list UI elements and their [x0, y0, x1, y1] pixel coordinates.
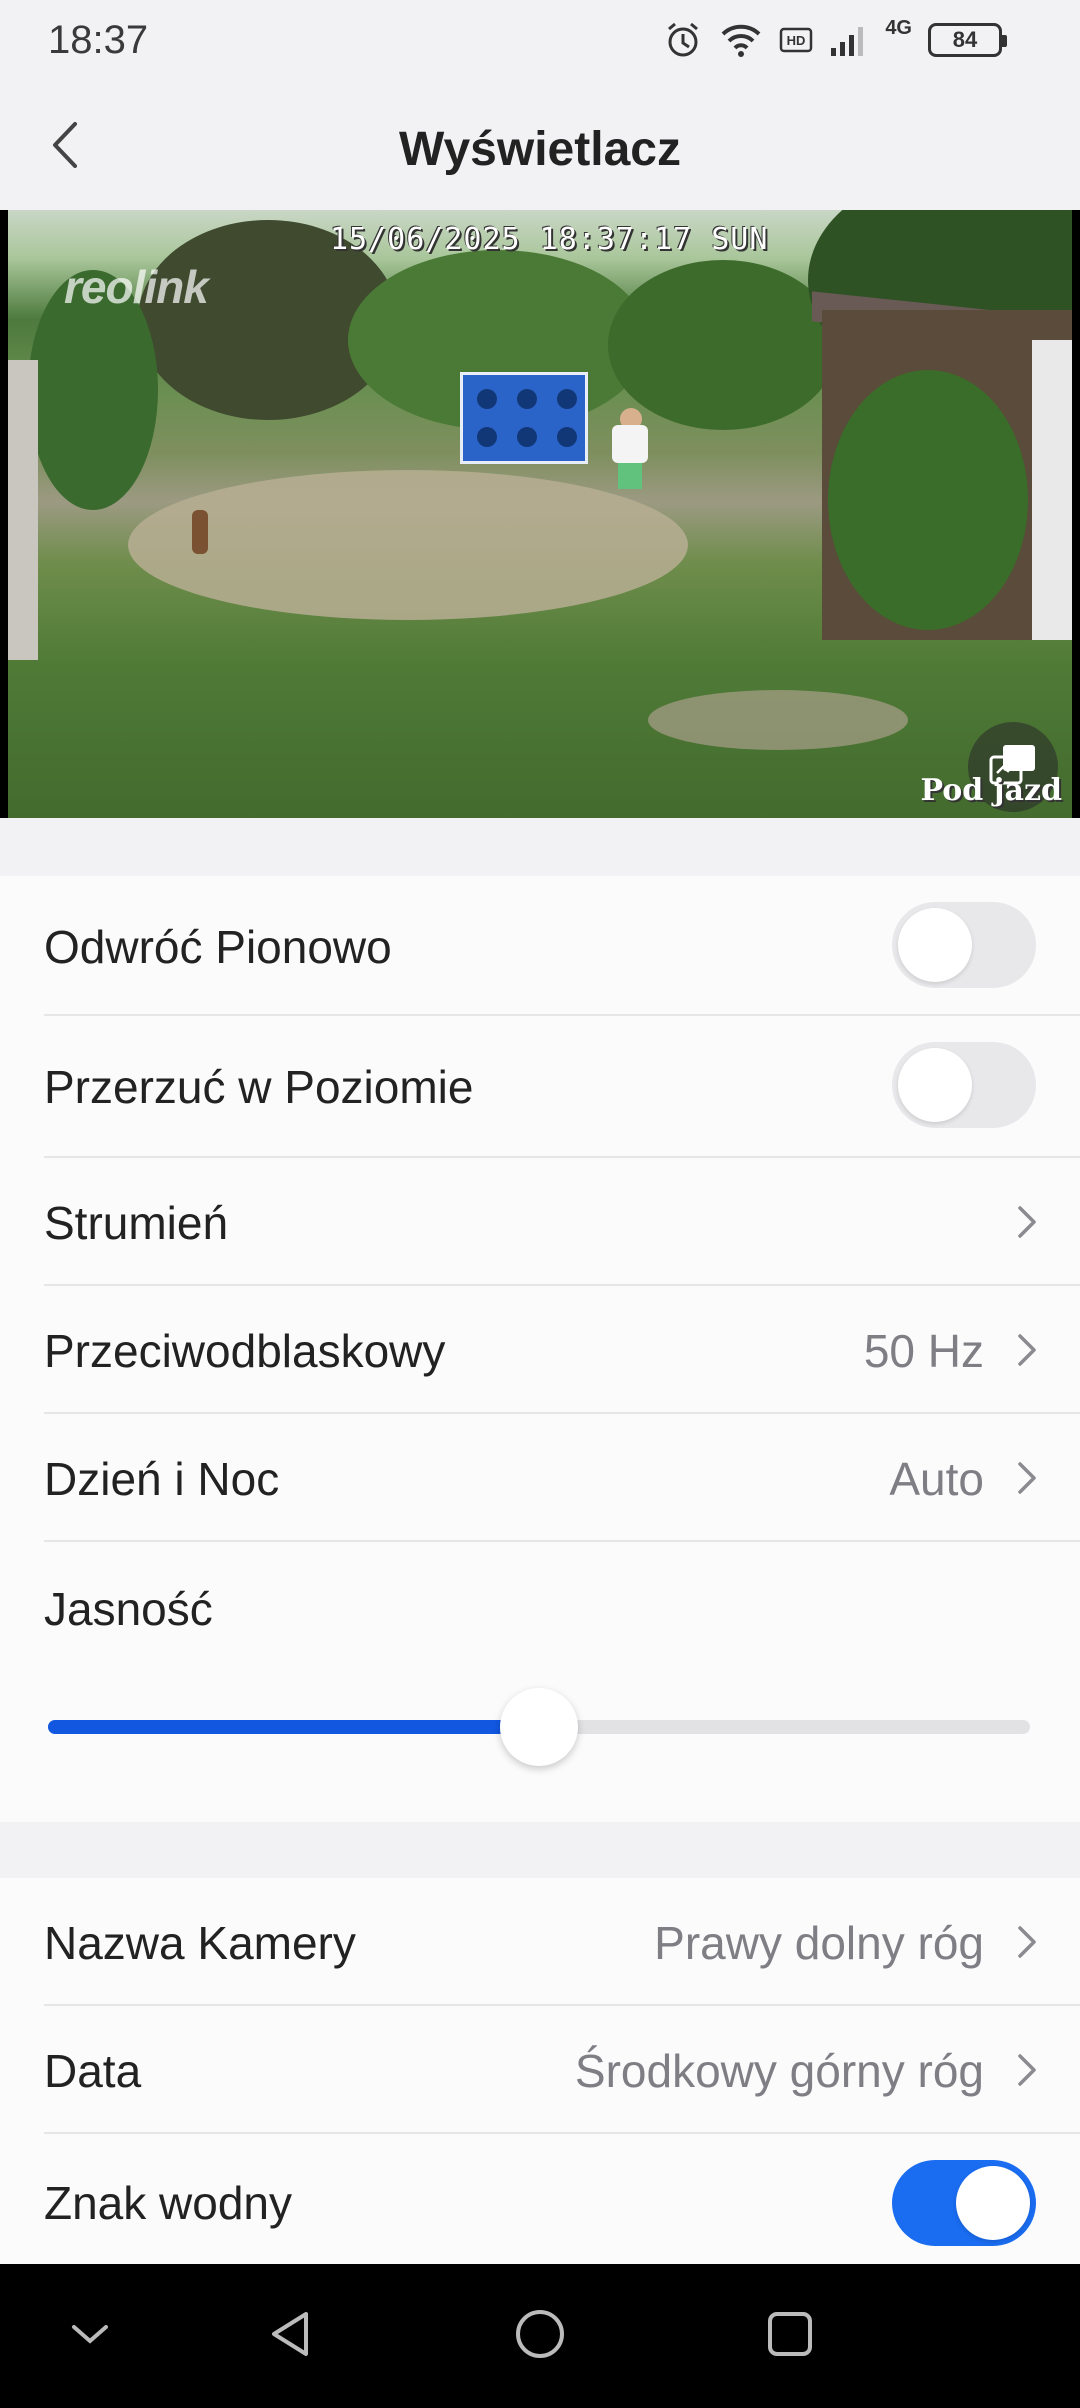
toggle-knob	[956, 2166, 1030, 2240]
osd-logo: reolink	[64, 261, 209, 313]
camera-image: reolink 15/06/2025 18:37:17 SUN Pod jazd	[8, 210, 1072, 818]
dirt-patch	[128, 470, 688, 620]
nav-recents-button[interactable]	[752, 2298, 828, 2374]
system-nav-bar	[0, 2264, 1080, 2408]
camera-name-label: Nazwa Kamery	[44, 1917, 356, 1969]
battery-level: 84	[952, 27, 978, 52]
flip-vertical-row: Odwróć Pionowo	[44, 876, 1080, 1016]
nav-back-button[interactable]	[252, 2298, 328, 2374]
status-time: 18:37	[48, 18, 149, 62]
slider-thumb[interactable]	[500, 1688, 578, 1766]
camera-preview[interactable]: reolink 15/06/2025 18:37:17 SUN Pod jazd	[0, 210, 1080, 818]
date-label: Data	[44, 2045, 142, 2097]
hd-icon: HD	[779, 25, 813, 55]
anti-flicker-value: 50 Hz	[863, 1325, 984, 1377]
nav-home-button[interactable]	[502, 2298, 578, 2374]
shrub	[828, 370, 1028, 630]
tree	[608, 260, 838, 430]
toggle-knob	[898, 1048, 972, 1122]
wifi-icon	[719, 22, 763, 58]
day-night-row[interactable]: Dzień i Noc Auto	[44, 1414, 1080, 1542]
chevron-down-icon	[68, 2319, 112, 2354]
child-figure	[618, 463, 642, 489]
goal-hole	[477, 427, 497, 447]
dog-figure	[192, 510, 208, 554]
recents-square-icon	[762, 2306, 818, 2367]
status-icons: HD 4G 84	[663, 16, 1007, 60]
goal-hole	[557, 389, 577, 409]
osd-camera-name: Pod jazd	[920, 773, 1063, 808]
day-night-value: Auto	[889, 1453, 984, 1505]
home-circle-icon	[512, 2306, 568, 2367]
page-title: Wyświetlacz	[399, 123, 681, 176]
slider-fill	[48, 1720, 539, 1734]
flip-horizontal-toggle[interactable]	[892, 1042, 1036, 1128]
flip-horizontal-row: Przerzuć w Poziomie	[44, 1016, 1080, 1158]
goal-hole	[557, 427, 577, 447]
watermark-row: Znak wodny	[44, 2134, 1080, 2264]
network-type: 4G	[885, 16, 912, 39]
anti-flicker-label: Przeciwodblaskowy	[44, 1325, 446, 1377]
chevron-right-icon	[1014, 1202, 1040, 1242]
status-bar: 18:37 HD 4G 84	[0, 0, 1080, 84]
toggle-knob	[898, 908, 972, 982]
date-row[interactable]: Data Środkowy górny róg	[44, 2006, 1080, 2134]
battery-icon: 84	[928, 23, 1007, 57]
chevron-right-icon	[1014, 1922, 1040, 1962]
brightness-row: Jasność	[44, 1542, 1080, 1662]
hide-nav-button[interactable]	[52, 2298, 128, 2374]
watermark-label: Znak wodny	[44, 2177, 293, 2229]
osd-settings-card: Nazwa Kamery Prawy dolny róg Data Środko…	[0, 1878, 1080, 2264]
wall	[1032, 340, 1072, 640]
back-triangle-icon	[262, 2306, 318, 2367]
goal-hole	[477, 389, 497, 409]
child-figure	[612, 425, 648, 463]
alarm-icon	[663, 20, 703, 60]
watermark-toggle[interactable]	[892, 2160, 1036, 2246]
house-wall	[8, 360, 38, 660]
flip-vertical-toggle[interactable]	[892, 902, 1036, 988]
date-value: Środkowy górny róg	[574, 2045, 984, 2097]
camera-name-value: Prawy dolny róg	[654, 1917, 984, 1969]
flip-vertical-label: Odwróć Pionowo	[44, 921, 392, 973]
camera-name-row[interactable]: Nazwa Kamery Prawy dolny róg	[44, 1878, 1080, 2006]
signal-icon	[829, 22, 869, 58]
goal-hole	[517, 389, 537, 409]
nav-header: Wyświetlacz	[0, 84, 1080, 210]
day-night-label: Dzień i Noc	[44, 1453, 280, 1505]
dirt-patch	[648, 690, 908, 750]
goal-hole	[517, 427, 537, 447]
osd-datetime: 15/06/2025 18:37:17 SUN	[330, 222, 769, 257]
stream-label: Strumień	[44, 1197, 229, 1249]
brightness-label: Jasność	[44, 1583, 213, 1635]
stream-row[interactable]: Strumień	[44, 1158, 1080, 1286]
goal-target	[460, 372, 588, 464]
anti-flicker-row[interactable]: Przeciwodblaskowy 50 Hz	[44, 1286, 1080, 1414]
display-settings-card: Odwróć Pionowo Przerzuć w Poziomie Strum…	[0, 876, 1080, 1822]
chevron-right-icon	[1014, 1458, 1040, 1498]
brightness-slider[interactable]	[48, 1688, 1030, 1766]
chevron-right-icon	[1014, 1330, 1040, 1370]
flip-horizontal-label: Przerzuć w Poziomie	[44, 1061, 474, 1113]
chevron-right-icon	[1014, 2050, 1040, 2090]
svg-text:HD: HD	[787, 33, 806, 48]
